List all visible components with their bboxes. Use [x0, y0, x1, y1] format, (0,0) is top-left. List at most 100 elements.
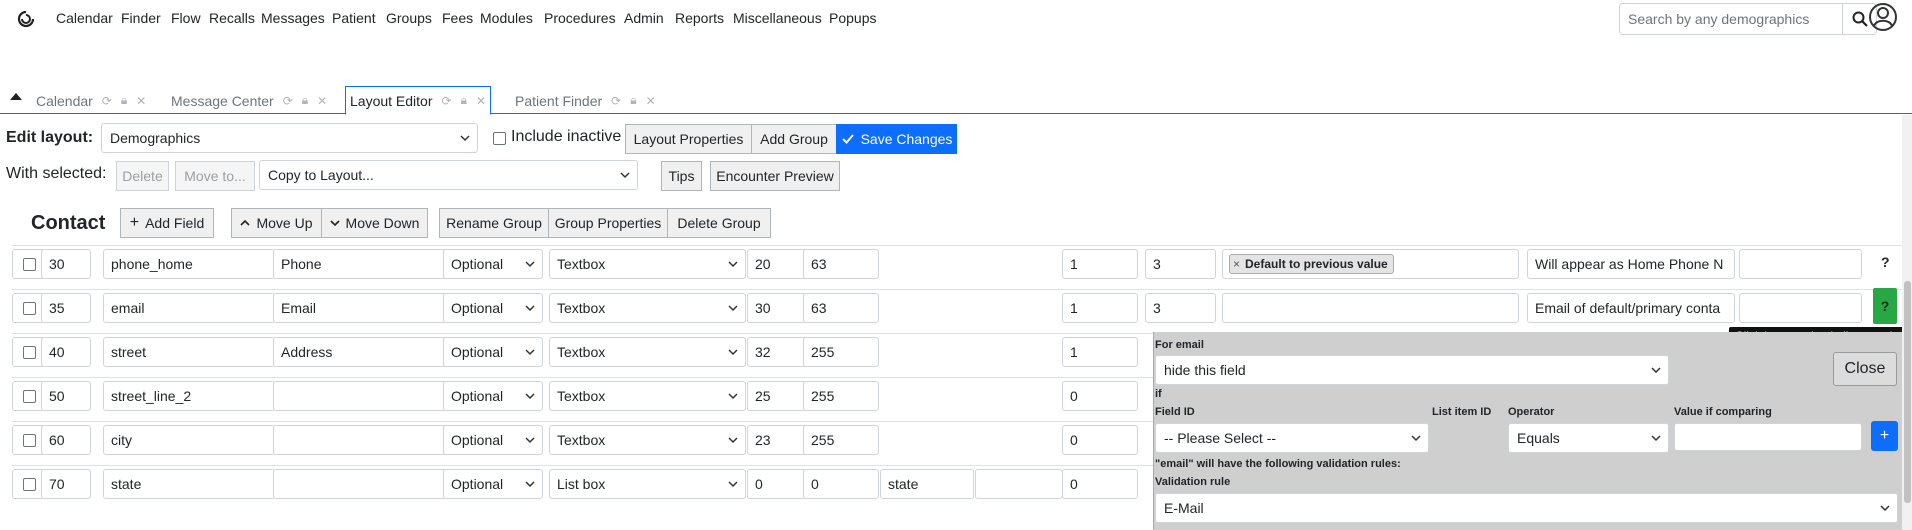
field-uor-select[interactable]: Optional — [443, 337, 543, 367]
lock-icon[interactable]: 🔒︎ — [302, 93, 308, 108]
nav-recalls[interactable]: Recalls — [209, 10, 255, 26]
field-order-input[interactable]: 60 — [41, 425, 91, 455]
copy-to-layout-select[interactable]: Copy to Layout... — [259, 160, 638, 190]
vertical-scrollbar[interactable] — [1902, 115, 1912, 530]
field-type-select[interactable]: Textbox — [549, 381, 746, 411]
field-order-input[interactable]: 30 — [41, 249, 91, 279]
field-span-input[interactable]: 1 — [1062, 337, 1138, 367]
nav-groups[interactable]: Groups — [386, 10, 432, 26]
value-if-comparing-input[interactable] — [1674, 423, 1862, 451]
field-label-input[interactable]: Phone — [273, 249, 447, 279]
field-type-select[interactable]: Textbox — [549, 337, 746, 367]
group-properties-button[interactable]: Group Properties — [548, 208, 668, 238]
add-condition-button[interactable]: + — [1871, 421, 1898, 451]
field-size-input[interactable]: 0 — [747, 469, 808, 499]
layout-properties-button[interactable]: Layout Properties — [625, 124, 752, 154]
nav-messages[interactable]: Messages — [261, 10, 325, 26]
field-label-input[interactable] — [273, 425, 447, 455]
include-inactive-checkbox[interactable] — [493, 132, 506, 145]
field-id-input[interactable]: city — [103, 425, 275, 455]
tab-calendar[interactable]: Calendar ⟳ 🔒︎ ✕ — [36, 86, 146, 115]
delete-group-button[interactable]: Delete Group — [667, 208, 771, 238]
nav-calendar[interactable]: Calendar — [56, 10, 113, 26]
field-options-input[interactable]: × Default to previous value — [1222, 249, 1519, 279]
lock-icon[interactable]: 🔒︎ — [121, 93, 127, 108]
nav-flow[interactable]: Flow — [171, 10, 201, 26]
close-icon[interactable]: ✕ — [476, 94, 486, 108]
refresh-icon[interactable]: ⟳ — [283, 94, 293, 108]
tab-layout-editor[interactable]: Layout Editor ⟳ 🔒︎ ✕ — [345, 86, 492, 115]
field-label-input[interactable]: Email — [273, 293, 447, 323]
tips-button[interactable]: Tips — [661, 161, 702, 191]
field-order-input[interactable]: 40 — [41, 337, 91, 367]
nav-miscellaneous[interactable]: Miscellaneous — [733, 10, 822, 26]
field-label-input[interactable]: Address — [273, 337, 447, 367]
move-to-button[interactable]: Move to... — [175, 161, 255, 191]
field-cols-input[interactable]: 3 — [1145, 249, 1216, 279]
add-group-button[interactable]: Add Group — [751, 124, 837, 154]
tab-patient-finder[interactable]: Patient Finder ⟳ 🔒︎ ✕ — [515, 86, 656, 115]
field-order-input[interactable]: 50 — [41, 381, 91, 411]
field-type-select[interactable]: List box — [549, 469, 746, 499]
nav-popups[interactable]: Popups — [829, 10, 876, 26]
encounter-preview-button[interactable]: Encounter Preview — [710, 161, 840, 191]
field-size-input[interactable]: 20 — [747, 249, 808, 279]
field-id-input[interactable]: email — [103, 293, 275, 323]
help-icon[interactable]: ? — [1881, 254, 1890, 270]
close-panel-button[interactable]: Close — [1833, 352, 1897, 386]
field-span-input[interactable]: 1 — [1062, 249, 1138, 279]
field-id-input[interactable]: street — [103, 337, 275, 367]
operator-select[interactable]: Equals — [1508, 423, 1669, 453]
field-id-input[interactable]: street_line_2 — [103, 381, 275, 411]
refresh-icon[interactable]: ⟳ — [442, 94, 452, 108]
field-type-select[interactable]: Textbox — [549, 249, 746, 279]
field-type-select[interactable]: Textbox — [549, 425, 746, 455]
option-tag[interactable]: × Default to previous value — [1229, 254, 1394, 274]
field-label-input[interactable] — [273, 469, 447, 499]
nav-reports[interactable]: Reports — [675, 10, 724, 26]
delete-selected-button[interactable]: Delete — [116, 161, 169, 191]
field-id-input[interactable]: state — [103, 469, 275, 499]
nav-admin[interactable]: Admin — [624, 10, 664, 26]
refresh-icon[interactable]: ⟳ — [611, 94, 621, 108]
field-uor-select[interactable]: Optional — [443, 381, 543, 411]
save-changes-button[interactable]: Save Changes — [836, 124, 957, 154]
field-span-input[interactable]: 1 — [1062, 293, 1138, 323]
action-select[interactable]: hide this field — [1155, 355, 1669, 385]
collapse-tabs-icon[interactable] — [9, 91, 23, 101]
nav-patient[interactable]: Patient — [332, 10, 376, 26]
field-span-input[interactable]: 0 — [1062, 469, 1138, 499]
field-desc-input[interactable]: Email of default/primary conta — [1527, 293, 1735, 323]
nav-fees[interactable]: Fees — [442, 10, 473, 26]
tab-message-center[interactable]: Message Center ⟳ 🔒︎ ✕ — [171, 86, 327, 115]
field-size-input[interactable]: 30 — [747, 293, 808, 323]
nav-procedures[interactable]: Procedures — [544, 10, 616, 26]
layout-select[interactable]: Demographics — [101, 123, 478, 153]
field-backup-input[interactable] — [975, 469, 1063, 499]
user-account-icon[interactable] — [1868, 2, 1898, 32]
field-cond-input[interactable] — [1739, 293, 1862, 323]
move-down-button[interactable]: Move Down — [321, 208, 428, 238]
field-label-input[interactable] — [273, 381, 447, 411]
app-logo-icon[interactable] — [16, 9, 36, 29]
rename-group-button[interactable]: Rename Group — [439, 208, 549, 238]
field-max-input[interactable]: 255 — [803, 425, 879, 455]
nav-modules[interactable]: Modules — [480, 10, 533, 26]
nav-finder[interactable]: Finder — [121, 10, 161, 26]
lock-icon[interactable]: 🔒︎ — [461, 93, 467, 108]
field-max-input[interactable]: 0 — [803, 469, 879, 499]
field-size-input[interactable]: 32 — [747, 337, 808, 367]
field-list-input[interactable]: state — [880, 469, 974, 499]
field-uor-select[interactable]: Optional — [443, 425, 543, 455]
validation-rule-select[interactable]: E-Mail — [1155, 493, 1898, 523]
field-id-select[interactable]: -- Please Select -- — [1155, 423, 1429, 453]
scrollbar-thumb[interactable] — [1904, 281, 1911, 503]
lock-icon[interactable]: 🔒︎ — [630, 93, 636, 108]
close-icon[interactable]: ✕ — [136, 94, 146, 108]
field-uor-select[interactable]: Optional — [443, 469, 543, 499]
close-icon[interactable]: ✕ — [317, 94, 327, 108]
field-uor-select[interactable]: Optional — [443, 293, 543, 323]
field-cols-input[interactable]: 3 — [1145, 293, 1216, 323]
help-button[interactable]: ? — [1873, 288, 1897, 324]
field-type-select[interactable]: Textbox — [549, 293, 746, 323]
